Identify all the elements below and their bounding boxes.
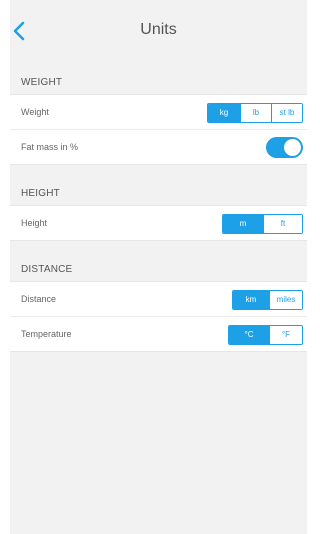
toggle-knob (284, 139, 301, 156)
unit-option-km[interactable]: km (233, 291, 269, 309)
temperature-unit-segmented-control: °C °F (228, 325, 303, 345)
distance-unit-segmented-control: km miles (232, 290, 303, 310)
section-header-distance: DISTANCE (21, 264, 73, 275)
height-group: Height m ft (10, 205, 307, 241)
height-row: Height m ft (10, 206, 307, 240)
fat-mass-row: Fat mass in % (10, 129, 307, 164)
weight-group: Weight kg lb st lb Fat mass in % (10, 94, 307, 165)
navigation-bar: Units (10, 0, 307, 62)
unit-option-celsius[interactable]: °C (229, 326, 269, 344)
weight-row: Weight kg lb st lb (10, 95, 307, 129)
height-unit-segmented-control: m ft (222, 214, 303, 234)
page-title: Units (140, 21, 177, 38)
fat-mass-toggle[interactable] (266, 137, 303, 158)
section-header-weight: WEIGHT (21, 77, 63, 88)
fat-mass-label: Fat mass in % (21, 142, 79, 152)
weight-unit-segmented-control: kg lb st lb (207, 103, 303, 123)
unit-option-fahrenheit[interactable]: °F (269, 326, 302, 344)
unit-option-lb[interactable]: lb (240, 104, 271, 122)
unit-option-st-lb[interactable]: st lb (271, 104, 302, 122)
unit-option-miles[interactable]: miles (269, 291, 302, 309)
distance-row: Distance km miles (10, 282, 307, 316)
distance-group: Distance km miles Temperature °C °F (10, 281, 307, 352)
unit-option-ft[interactable]: ft (263, 215, 302, 233)
temperature-row: Temperature °C °F (10, 316, 307, 351)
unit-option-m[interactable]: m (223, 215, 263, 233)
units-screen: Units WEIGHT Weight kg lb st lb Fat mass… (10, 0, 307, 534)
section-header-height: HEIGHT (21, 188, 60, 199)
unit-option-kg[interactable]: kg (208, 104, 240, 122)
